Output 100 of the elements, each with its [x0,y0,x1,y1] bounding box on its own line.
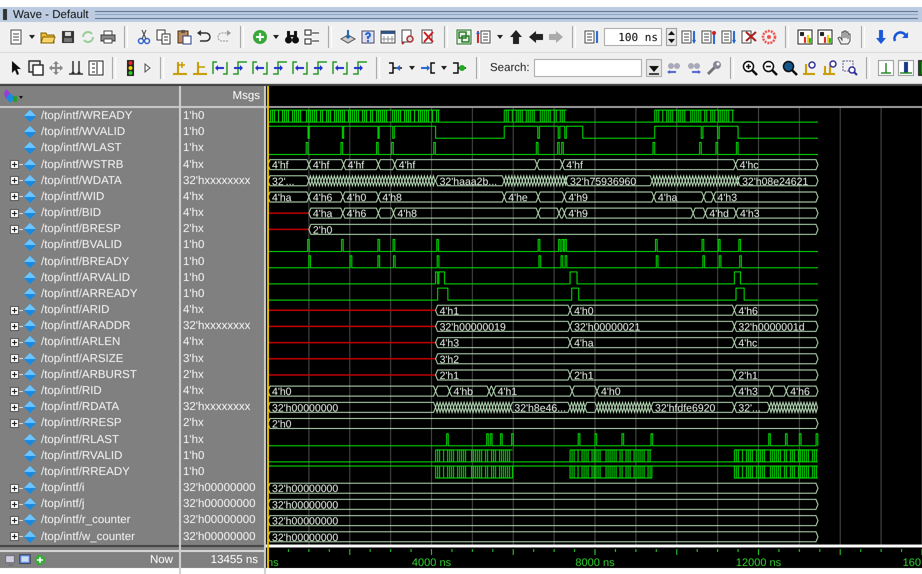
edge-arrow-icon[interactable] [292,60,308,76]
binoculars-icon[interactable] [284,29,300,45]
hand-icon[interactable] [837,29,853,45]
edge-arrow-icon[interactable] [332,60,348,76]
signal-name[interactable]: /top/intf/ARID [41,304,110,316]
splitter-bar[interactable] [0,545,179,552]
magnifier-box-icon[interactable] [842,60,858,76]
expand-icon[interactable] [10,338,19,347]
line-icon[interactable] [878,60,894,76]
expand-icon[interactable] [10,402,19,412]
expand-icon[interactable] [10,160,19,170]
edge-arrow-icon[interactable] [232,60,248,76]
signal-name[interactable]: /top/intf/WDATA [41,174,122,187]
expand-icon[interactable] [10,176,19,186]
zoom-in-icon[interactable] [742,60,758,76]
signal-name[interactable]: /top/intf/BVALID [41,239,122,252]
signal-name[interactable]: /top/intf/WLAST [41,142,122,154]
stack-arrow-icon[interactable] [340,29,356,45]
edge-arrow-icon[interactable] [312,60,328,76]
marker-magnifier-icon[interactable] [802,60,818,76]
expand-icon[interactable] [10,532,19,542]
edge-arrow-icon[interactable] [212,60,228,76]
splitter-bar[interactable] [181,545,264,552]
marker-icon[interactable] [192,60,208,76]
signal-name[interactable]: /top/intf/RREADY [41,466,130,478]
expand-icon[interactable] [10,484,19,493]
expand-icon[interactable] [10,386,19,396]
scissors-icon[interactable] [136,29,152,45]
up-arrow-icon[interactable] [508,29,524,45]
copy-icon[interactable] [156,29,172,45]
add-circle-icon[interactable] [34,554,46,566]
signal-name[interactable]: /top/intf/BRESP [41,223,121,236]
signal-name[interactable]: /top/intf/RRESP [41,417,122,430]
edge-arrow-icon[interactable] [252,60,268,76]
signal-name[interactable]: /top/intf/RDATA [41,401,120,414]
search-field[interactable] [534,59,642,77]
expand-icon[interactable] [10,306,19,315]
monitor-icon[interactable] [4,553,16,567]
merge-arrow-icon[interactable] [388,60,404,76]
zoom-out-icon[interactable] [762,60,778,76]
undo-icon[interactable] [196,29,212,45]
spinner-icon[interactable] [666,28,677,46]
signal-name[interactable]: /top/intf/ARBURST [41,368,137,381]
printer-icon[interactable] [100,29,116,45]
new-page-icon[interactable] [8,29,24,45]
expand-icon[interactable] [10,354,19,364]
tree-list-icon[interactable] [304,29,320,45]
signal-name[interactable]: /top/intf/i [41,482,84,494]
signal-name[interactable]: /top/intf/ARSIZE [41,352,124,365]
expand-icon[interactable] [10,370,19,380]
expand-icon[interactable] [10,208,19,218]
list-box-icon[interactable] [88,60,104,76]
delete-list-icon[interactable] [741,29,757,45]
stop-circle-icon[interactable] [761,29,777,45]
signal-name[interactable]: /top/intf/ARADDR [41,320,130,332]
bar-chart-icon[interactable] [797,29,813,45]
expand-icon[interactable] [10,418,19,428]
signal-name[interactable]: /top/intf/WVALID [41,126,126,138]
paste-icon[interactable] [176,29,192,45]
delete-page-icon[interactable] [420,29,436,45]
search-previous-icon[interactable] [666,60,682,76]
split-arrow-icon[interactable] [420,60,436,76]
edge-arrow-icon[interactable] [352,60,368,76]
down-arrow-icon[interactable] [873,29,889,45]
signal-name[interactable]: /top/intf/RLAST [41,434,119,446]
expand-icon[interactable] [10,516,19,525]
signal-name[interactable]: /top/intf/ARREADY [41,288,138,300]
windows-icon[interactable] [456,29,472,45]
two-pins-icon[interactable] [68,60,84,76]
list-arrow-icon[interactable] [476,29,492,45]
dropdown-caret-icon[interactable] [646,59,662,77]
signal-name[interactable]: /top/intf/j [41,498,84,510]
signal-name[interactable]: /top/intf/ARVALID [41,272,130,284]
list-up-icon[interactable] [701,29,717,45]
magnifier-page-icon[interactable] [400,29,416,45]
bar-chart-icon[interactable] [817,29,833,45]
signal-name[interactable]: /top/intf/RVALID [41,450,122,462]
signal-name[interactable]: /top/intf/BREADY [41,256,130,268]
signal-name[interactable]: /top/intf/r_counter [41,514,130,526]
expand-icon[interactable] [10,192,19,202]
zoom-full-icon[interactable] [782,60,798,76]
signal-name[interactable]: /top/intf/BID [41,207,102,220]
expand-icon[interactable] [10,322,19,331]
search-next-icon[interactable] [686,60,702,76]
zoom-box-icon[interactable] [28,60,44,76]
expand-icon[interactable] [10,224,19,234]
triangle-icon[interactable] [144,60,152,76]
signal-name[interactable]: /top/intf/WID [41,190,104,203]
list-marker-icon[interactable] [584,29,600,45]
wrench-icon[interactable] [706,60,722,76]
edge-arrow-icon[interactable] [272,60,288,76]
signal-name[interactable]: /top/intf/WREADY [41,110,132,122]
signal-name[interactable]: /top/intf/w_counter [41,530,135,543]
grid-page-icon[interactable] [380,29,396,45]
time-step-field[interactable]: 100 ns [604,28,662,46]
left-arrow-icon[interactable] [528,29,544,45]
screen-icon[interactable] [18,553,32,567]
signal-name[interactable]: /top/intf/ARLEN [41,336,120,348]
signal-name[interactable]: /top/intf/WSTRB [41,158,124,171]
help-page-icon[interactable] [360,29,376,45]
